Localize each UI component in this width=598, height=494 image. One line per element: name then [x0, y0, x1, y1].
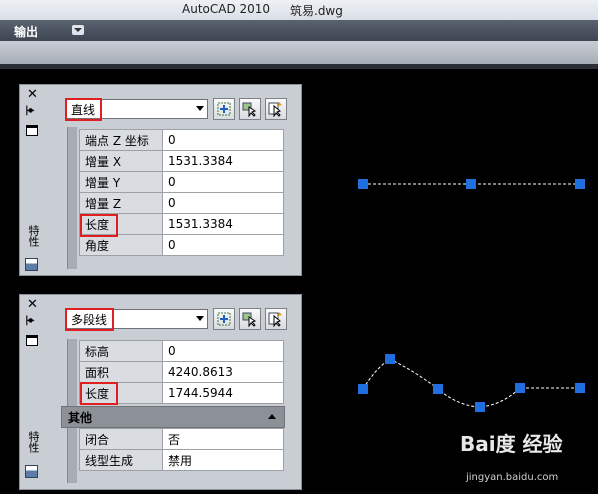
property-label: 增量 Y [79, 171, 163, 193]
property-row: 面积 4240.8613 [79, 361, 284, 383]
grip-point[interactable] [466, 179, 476, 189]
close-icon[interactable]: ✕ [27, 87, 38, 102]
category-label: 其他 [68, 411, 93, 425]
selected-polyline[interactable] [358, 354, 585, 412]
toggle-pickadd-button[interactable] [265, 98, 287, 120]
property-value[interactable]: 1531.3384 [162, 150, 284, 172]
properties-palette-polyline: ✕ |◂▸ 特性 多段线 标高 0 面积 4240.8613 长度 1744.5944… [19, 294, 302, 490]
highlight-length [80, 214, 118, 237]
menu-icon[interactable] [26, 335, 38, 346]
property-row: 角度 0 [79, 234, 284, 256]
property-row: 闭合否 [79, 428, 284, 450]
property-label: 面积 [79, 361, 163, 383]
property-value[interactable]: 4240.8613 [162, 361, 284, 383]
property-row: 线型生成 禁用 [79, 449, 284, 471]
property-value[interactable]: 0 [162, 171, 284, 193]
select-objects-button[interactable] [239, 308, 261, 330]
ribbon-divider [0, 64, 598, 69]
highlight-object-type [65, 308, 114, 331]
property-value[interactable]: 0 [162, 234, 284, 256]
highlight-object-type [65, 98, 102, 121]
property-value[interactable]: 0 [162, 192, 284, 214]
palette-sidebar: ✕ |◂▸ 特性 [20, 295, 44, 489]
property-row: 标高 0 [79, 340, 284, 362]
menu-output[interactable]: 输出 [14, 23, 38, 40]
pin-icon[interactable]: |◂▸ [25, 105, 35, 116]
toggle-pickadd-icon [268, 312, 282, 327]
palette-scrollbar[interactable] [67, 127, 77, 269]
property-value[interactable]: 0 [162, 129, 284, 151]
palette-properties-icon[interactable] [25, 258, 38, 271]
menu-icon[interactable] [26, 125, 38, 136]
property-row: 增量 Y0 [79, 171, 284, 193]
property-value[interactable]: 否 [162, 428, 284, 450]
property-label: 角度 [79, 234, 163, 256]
select-objects-button[interactable] [239, 98, 261, 120]
category-other[interactable]: 其他 [61, 406, 285, 428]
menu-bar: 输出 [0, 20, 598, 41]
grip-point[interactable] [475, 402, 485, 412]
properties-palette-line: ✕ |◂▸ 特性 直线 端点 Z 坐标 0 增量 X 1531.3384 增量 Y0… [19, 84, 302, 276]
chevron-down-icon[interactable] [196, 316, 204, 321]
quick-select-icon [217, 102, 231, 116]
property-value[interactable]: 1531.3384 [162, 213, 284, 235]
property-row: 端点 Z 坐标 0 [79, 129, 284, 151]
select-objects-icon [242, 102, 257, 117]
palette-side-label: 特性 [27, 225, 40, 247]
property-label: 端点 Z 坐标 [79, 129, 163, 151]
quick-select-button[interactable] [213, 98, 235, 120]
chevron-down-icon[interactable] [196, 106, 204, 111]
property-label: 闭合 [79, 428, 163, 450]
grip-point[interactable] [385, 354, 395, 364]
property-value[interactable]: 0 [162, 340, 284, 362]
property-value[interactable]: 1744.5944 [162, 382, 284, 404]
property-label: 标高 [79, 340, 163, 362]
property-label: 线型生成 [79, 449, 163, 471]
misc-property-table: 闭合否 线型生成 禁用 [79, 428, 284, 471]
property-row: 增量 X 1531.3384 [79, 150, 284, 172]
grip-point[interactable] [575, 179, 585, 189]
toggle-pickadd-button[interactable] [265, 308, 287, 330]
close-icon[interactable]: ✕ [27, 297, 38, 312]
menu-dropdown-icon[interactable] [72, 25, 84, 35]
grip-point[interactable] [575, 383, 585, 393]
quick-select-icon [217, 312, 231, 326]
palette-side-label: 特性 [27, 431, 40, 453]
highlight-length [80, 382, 118, 405]
property-row: 增量 Z0 [79, 192, 284, 214]
chevron-up-icon[interactable] [268, 414, 276, 419]
app-title: AutoCAD 2010 [182, 2, 271, 16]
file-name: 筑易.dwg [290, 4, 343, 18]
pin-icon[interactable]: |◂▸ [25, 315, 35, 326]
property-label: 增量 X [79, 150, 163, 172]
grip-point[interactable] [358, 179, 368, 189]
watermark-url: jingyan.baidu.com [466, 472, 559, 483]
grip-point[interactable] [433, 384, 443, 394]
watermark-brand: Bai度 经验 [460, 432, 563, 456]
palette-properties-icon[interactable] [25, 465, 38, 478]
drawing-area[interactable] [300, 70, 598, 430]
grip-point[interactable] [515, 383, 525, 393]
grip-point[interactable] [358, 384, 368, 394]
property-value[interactable]: 禁用 [162, 449, 284, 471]
property-label: 增量 Z [79, 192, 163, 214]
select-objects-icon [242, 312, 257, 327]
title-bar: AutoCAD 2010 筑易.dwg [0, 0, 598, 20]
ribbon-panel [0, 41, 598, 65]
palette-sidebar: ✕ |◂▸ 特性 [20, 85, 44, 275]
selected-line[interactable] [358, 179, 585, 189]
toggle-pickadd-icon [268, 102, 282, 117]
quick-select-button[interactable] [213, 308, 235, 330]
